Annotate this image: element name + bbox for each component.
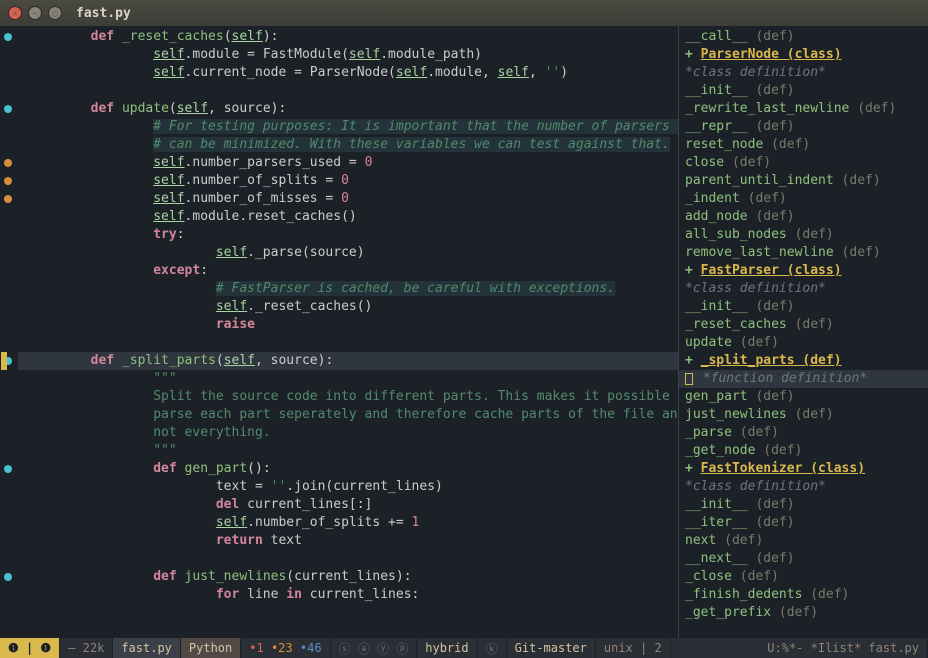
code-line[interactable]: raise	[18, 316, 678, 334]
code-line[interactable]: self.current_node = ParserNode(self.modu…	[18, 64, 678, 82]
outline-item[interactable]: *class definition*	[679, 64, 928, 82]
code-line[interactable]: self.number_of_splits += 1	[18, 514, 678, 532]
code-line[interactable]: self.number_parsers_used = 0	[18, 154, 678, 172]
code-line[interactable]: # FastParser is cached, be careful with …	[18, 280, 678, 298]
status-warn[interactable]: ❶ | ❶	[0, 638, 60, 658]
status-k: ⓚ	[478, 638, 507, 658]
outline-item[interactable]: *function definition*	[679, 370, 928, 388]
code-line[interactable]: """	[18, 442, 678, 460]
code-line[interactable]	[18, 82, 678, 100]
outline-item[interactable]: close (def)	[679, 154, 928, 172]
outline-class[interactable]: + FastTokenizer (class)	[679, 460, 928, 478]
outline-item[interactable]: _indent (def)	[679, 190, 928, 208]
outline-item[interactable]: _close (def)	[679, 568, 928, 586]
close-icon[interactable]: ×	[8, 6, 22, 20]
status-hybrid: hybrid	[417, 638, 477, 658]
cursor-bar-icon	[1, 352, 7, 370]
code-line[interactable]: parse each part seperately and therefore…	[18, 406, 678, 424]
code-line[interactable]: Split the source code into different par…	[18, 388, 678, 406]
status-git[interactable]: Git-master	[507, 638, 596, 658]
outline-item[interactable]: remove_last_newline (def)	[679, 244, 928, 262]
outline-item[interactable]: __iter__ (def)	[679, 514, 928, 532]
code-line[interactable]: def just_newlines(current_lines):	[18, 568, 678, 586]
outline-item[interactable]: update (def)	[679, 334, 928, 352]
code-line[interactable]: self.module.reset_caches()	[18, 208, 678, 226]
outline-item[interactable]: gen_part (def)	[679, 388, 928, 406]
outline-item[interactable]: __call__ (def)	[679, 28, 928, 46]
code-line[interactable]: def _reset_caches(self):	[18, 28, 678, 46]
fold-marker-icon[interactable]	[4, 33, 12, 41]
outline-item[interactable]: __repr__ (def)	[679, 118, 928, 136]
outline-item[interactable]: __init__ (def)	[679, 298, 928, 316]
status-encoding: unix | 2	[596, 638, 671, 658]
outline-item[interactable]: _get_node (def)	[679, 442, 928, 460]
fold-marker-icon[interactable]	[4, 159, 12, 167]
outline-item[interactable]: add_node (def)	[679, 208, 928, 226]
outline-class[interactable]: + FastParser (class)	[679, 262, 928, 280]
outline-sidebar[interactable]: __call__ (def)+ ParserNode (class) *clas…	[678, 26, 928, 638]
main-area: def _reset_caches(self): self.module = F…	[0, 26, 928, 638]
status-minor-modes[interactable]: ⓢ ⓐ ⓨ ⓟ	[331, 638, 418, 658]
code-line[interactable]: del current_lines[:]	[18, 496, 678, 514]
outline-class[interactable]: + _split_parts (def)	[679, 352, 928, 370]
outline-cursor-icon	[685, 373, 693, 385]
outline-item[interactable]: *class definition*	[679, 280, 928, 298]
code-line[interactable]: self._reset_caches()	[18, 298, 678, 316]
outline-item[interactable]: _get_prefix (def)	[679, 604, 928, 622]
fold-marker-icon[interactable]	[4, 465, 12, 473]
outline-item[interactable]: _rewrite_last_newline (def)	[679, 100, 928, 118]
outline-item[interactable]: parent_until_indent (def)	[679, 172, 928, 190]
outline-item[interactable]: next (def)	[679, 532, 928, 550]
status-file[interactable]: fast.py	[113, 638, 181, 658]
status-position: — 22k	[60, 638, 113, 658]
status-right: U:%*- *Ilist* fast.py	[759, 638, 928, 658]
code-line[interactable]: for line in current_lines:	[18, 586, 678, 604]
status-errors[interactable]: •1 •23 •46	[241, 638, 330, 658]
code-line[interactable]: self.number_of_splits = 0	[18, 172, 678, 190]
outline-item[interactable]: *class definition*	[679, 478, 928, 496]
code-line[interactable]: # For testing purposes: It is important …	[18, 118, 678, 136]
code-line[interactable]: def _split_parts(self, source):	[18, 352, 678, 370]
outline-item[interactable]: __init__ (def)	[679, 496, 928, 514]
code-line[interactable]: # can be minimized. With these variables…	[18, 136, 678, 154]
outline-item[interactable]: all_sub_nodes (def)	[679, 226, 928, 244]
gutter	[0, 26, 18, 638]
code-line[interactable]: self.module = FastModule(self.module_pat…	[18, 46, 678, 64]
code-line[interactable]	[18, 334, 678, 352]
statusbar: ❶ | ❶ — 22k fast.py Python •1 •23 •46 ⓢ …	[0, 638, 928, 658]
code-line[interactable]	[18, 550, 678, 568]
status-mode[interactable]: Python	[181, 638, 241, 658]
code-line[interactable]: except:	[18, 262, 678, 280]
fold-marker-icon[interactable]	[4, 177, 12, 185]
code-line[interactable]: text = ''.join(current_lines)	[18, 478, 678, 496]
code-line[interactable]: self.number_of_misses = 0	[18, 190, 678, 208]
fold-marker-icon[interactable]	[4, 195, 12, 203]
outline-item[interactable]: __init__ (def)	[679, 82, 928, 100]
code-editor[interactable]: def _reset_caches(self): self.module = F…	[0, 26, 678, 638]
outline-item[interactable]: reset_node (def)	[679, 136, 928, 154]
outline-item[interactable]: __next__ (def)	[679, 550, 928, 568]
titlebar: × − ▢ fast.py	[0, 0, 928, 26]
outline-class[interactable]: + ParserNode (class)	[679, 46, 928, 64]
code-line[interactable]: try:	[18, 226, 678, 244]
code-line[interactable]: self._parse(source)	[18, 244, 678, 262]
code-line[interactable]: return text	[18, 532, 678, 550]
outline-item[interactable]: _reset_caches (def)	[679, 316, 928, 334]
maximize-icon[interactable]: ▢	[48, 6, 62, 20]
fold-marker-icon[interactable]	[4, 105, 12, 113]
window-controls: × − ▢	[8, 6, 62, 20]
outline-item[interactable]: _finish_dedents (def)	[679, 586, 928, 604]
fold-marker-icon[interactable]	[4, 573, 12, 581]
minimize-icon[interactable]: −	[28, 6, 42, 20]
code-area[interactable]: def _reset_caches(self): self.module = F…	[18, 28, 678, 604]
code-line[interactable]: def update(self, source):	[18, 100, 678, 118]
outline-item[interactable]: just_newlines (def)	[679, 406, 928, 424]
code-line[interactable]: """	[18, 370, 678, 388]
window-title: fast.py	[76, 6, 131, 21]
outline-item[interactable]: _parse (def)	[679, 424, 928, 442]
code-line[interactable]: not everything.	[18, 424, 678, 442]
code-line[interactable]: def gen_part():	[18, 460, 678, 478]
